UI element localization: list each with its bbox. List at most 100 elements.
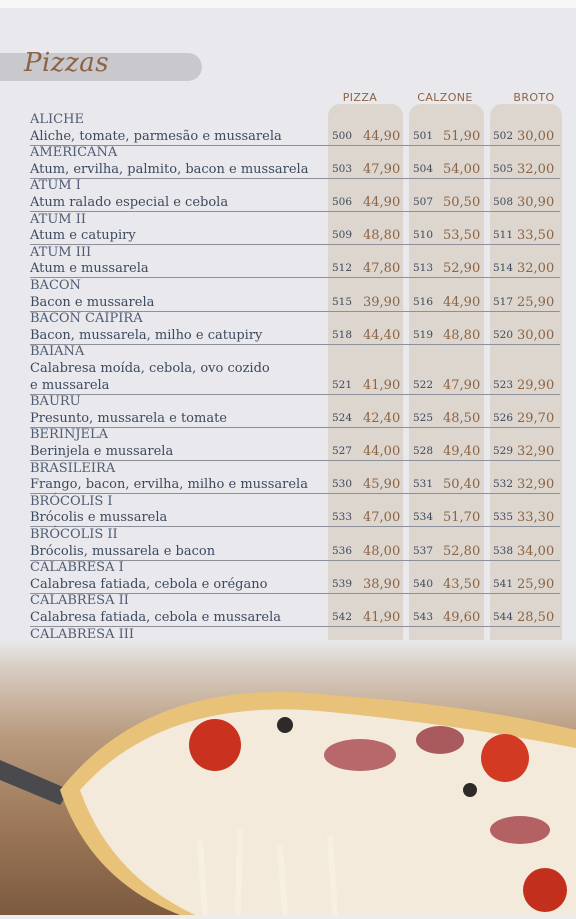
broto-price: 33,50 — [517, 228, 555, 244]
pizza-code: 542 — [332, 611, 353, 623]
broto-code: 535 — [493, 511, 514, 524]
menu-item-description: Berinjela e mussarela — [30, 444, 174, 459]
menu-item-name: BRÓCOLIS II — [30, 527, 118, 542]
pizza-price: 48,80 — [363, 228, 401, 244]
pizza-photo — [0, 640, 576, 916]
tomato-topping — [189, 719, 241, 771]
calzone-code: 528 — [413, 445, 434, 457]
menu-item-description: e mussarela — [30, 377, 110, 393]
olive-topping — [277, 717, 293, 733]
menu-item-description-row: Bacon e mussarela 515 39,90 516 44,90 517 25,9… — [30, 295, 560, 311]
menu-item-description-row: Atum e mussarela 512 47,80 513 52,90 514 32,00 — [30, 261, 560, 277]
calzone-price: 43,50 — [443, 576, 481, 592]
broto-price: 30,90 — [517, 195, 555, 210]
broto-price: 30,00 — [517, 128, 555, 144]
pizza-code: 509 — [332, 229, 353, 242]
menu-item-description: Frango, bacon, ervilha, milho e mussarel… — [30, 477, 308, 493]
menu-item-description-row: Aliche, tomate, parmesão e mussarela 500 4… — [30, 129, 560, 145]
ham-topping — [416, 726, 464, 754]
broto-price: 32,90 — [517, 477, 555, 493]
menu-item-description: Bacon, mussarela, milho e catupiry — [30, 327, 263, 343]
calzone-price: 48,50 — [443, 410, 481, 426]
pizza-code: 536 — [332, 544, 353, 557]
calzone-code: 531 — [413, 478, 434, 491]
menu-item-description: Presunto, mussarela e tomate — [30, 410, 227, 426]
broto-code: 520 — [493, 328, 514, 341]
pizza-code: 521 — [332, 378, 353, 391]
pizza-price: 48,00 — [363, 543, 401, 559]
menu-item-name-row: BRÓCOLIS I — [30, 494, 560, 510]
menu-item-name: AMERICANA — [30, 145, 118, 161]
menu-item-description: Calabresa moída, cebola, ovo cozido — [30, 361, 270, 376]
broto-price: 25,90 — [517, 294, 555, 310]
pizza-server-icon — [0, 760, 70, 805]
menu-item-name: BACON CAIPIRA — [30, 311, 143, 327]
menu-item-name-row: BERINJELA — [30, 427, 560, 443]
menu-item-name-row: BRASILEIRA — [30, 461, 560, 477]
calzone-price: 47,90 — [443, 377, 481, 393]
broto-price: 34,00 — [517, 543, 555, 559]
menu-item-name: CALABRESA I — [30, 560, 124, 576]
calzone-code: 525 — [413, 411, 434, 424]
menu-item-name-row: BAURU — [30, 394, 560, 410]
menu-item-name-row: ATUM III — [30, 245, 560, 261]
calzone-code: 543 — [413, 611, 434, 623]
calzone-price: 52,90 — [443, 261, 481, 277]
broto-code: 529 — [493, 445, 514, 457]
pizza-price: 45,90 — [363, 477, 401, 493]
menu-item-description: Calabresa fatiada, cebola e mussarela — [30, 610, 282, 625]
pizza-code: 530 — [332, 478, 353, 491]
tomato-topping — [523, 868, 567, 912]
menu-item-name: ATUM II — [30, 211, 87, 227]
menu-item-name: BACON — [30, 278, 81, 293]
pizza-code: 527 — [332, 445, 353, 457]
menu-item-description-row: Berinjela e mussarela 527 44,00 528 49,40 529… — [30, 444, 560, 460]
broto-price: 32,00 — [517, 261, 555, 277]
menu-item-description: Atum ralado especial e cebola — [30, 195, 229, 210]
pizza-price: 47,80 — [363, 261, 401, 277]
menu-item-name-row: BACON CAIPIRA — [30, 311, 560, 327]
menu-item-description: Aliche, tomate, parmesão e mussarela — [30, 128, 282, 144]
menu-item-description-row: Bacon, mussarela, milho e catupiry 518 44,… — [30, 328, 560, 344]
pizza-price: 38,90 — [363, 576, 401, 592]
calzone-code: 516 — [413, 295, 434, 308]
menu-item-description-row: Calabresa fatiada, cebola e mussarela 542… — [30, 610, 560, 626]
calzone-price: 50,40 — [443, 477, 481, 493]
pizza-price: 41,90 — [363, 610, 401, 625]
calzone-price: 53,50 — [443, 228, 481, 244]
pizza-code: 515 — [332, 295, 353, 308]
menu-item-name-row: ATUM I — [30, 178, 560, 194]
menu-item-description: Atum, ervilha, palmito, bacon e mussarel… — [30, 161, 309, 177]
pizza-code: 506 — [332, 196, 353, 208]
calzone-code: 504 — [413, 162, 434, 175]
pizza-code: 503 — [332, 162, 353, 175]
menu-item-name-row: BACON — [30, 278, 560, 294]
menu-item-name-row: BAIANA — [30, 344, 560, 360]
broto-code: 538 — [493, 544, 514, 557]
menu-item-name-row: CALABRESA II — [30, 593, 560, 609]
pizza-price: 44,90 — [363, 128, 401, 144]
menu-item-name-row: CALABRESA I — [30, 560, 560, 576]
menu-item-name-row: ALICHE — [30, 112, 560, 128]
menu-item-name: ATUM III — [30, 244, 92, 260]
pizza-code: 524 — [332, 411, 353, 424]
broto-price: 29,70 — [517, 410, 555, 426]
calzone-code: 534 — [413, 511, 434, 524]
broto-code: 505 — [493, 162, 514, 175]
menu-item-name: BRASILEIRA — [30, 460, 116, 476]
menu-item-name-row: ATUM II — [30, 212, 560, 228]
broto-code: 523 — [493, 378, 514, 391]
menu-item-name: BERINJELA — [30, 427, 109, 443]
menu-item-description-row: Brócolis, mussarela e bacon 536 48,00 537 52… — [30, 544, 560, 560]
calzone-price: 44,90 — [443, 294, 481, 310]
menu-item-name-row: BRÓCOLIS II — [30, 527, 560, 543]
menu-item-description: Bacon e mussarela — [30, 294, 155, 310]
broto-code: 502 — [493, 129, 514, 142]
ham-topping — [324, 739, 396, 771]
broto-price: 30,00 — [517, 327, 555, 343]
menu-item-description-row: Brócolis e mussarela 533 47,00 534 51,70 535 3… — [30, 510, 560, 526]
menu-item-description: Atum e mussarela — [30, 261, 149, 277]
tomato-topping — [481, 734, 529, 782]
calzone-price: 51,70 — [443, 510, 481, 526]
calzone-price: 54,00 — [443, 161, 481, 177]
